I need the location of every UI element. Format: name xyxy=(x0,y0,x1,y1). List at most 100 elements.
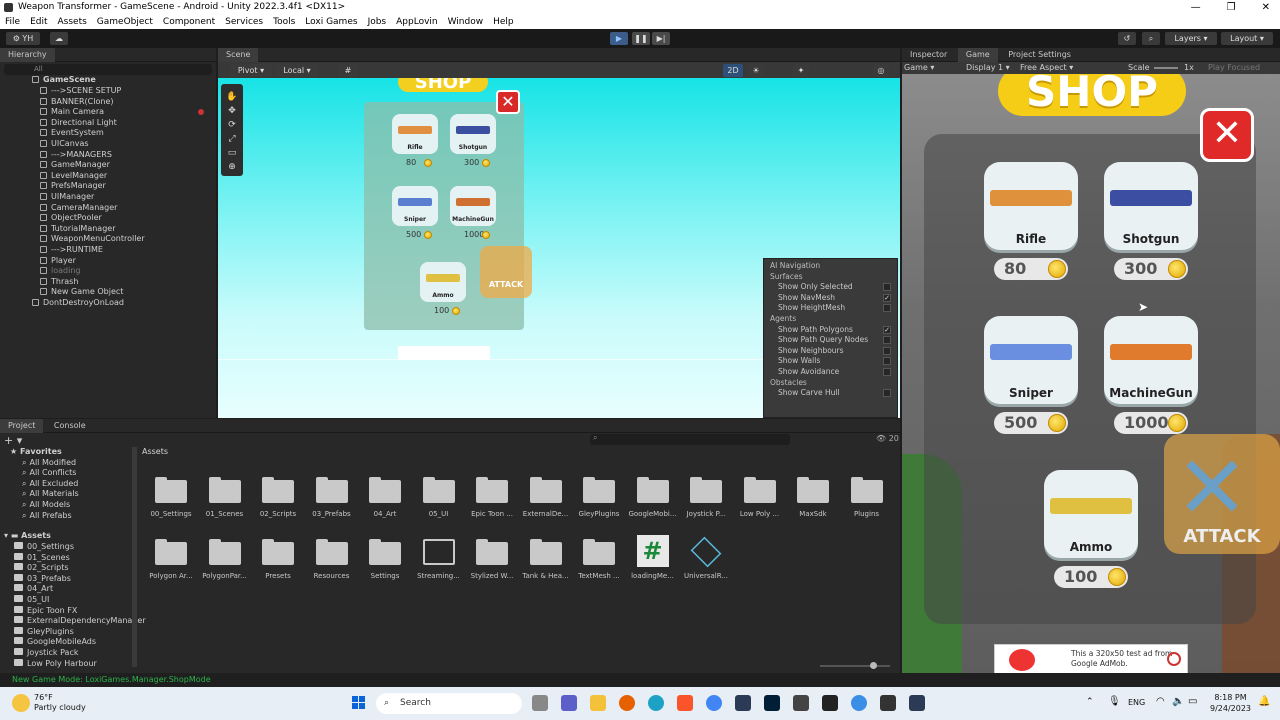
scene-item-card[interactable]: MachineGun xyxy=(450,186,496,226)
ainav-checkbox[interactable] xyxy=(883,368,891,376)
history-icon[interactable]: ↺ xyxy=(1118,32,1136,45)
vscode-icon[interactable] xyxy=(735,695,751,711)
assets-tree-item[interactable]: GleyPlugins xyxy=(14,626,74,638)
gizmos-icon[interactable]: ◎ xyxy=(873,64,889,77)
notifications-icon[interactable]: 🔔 xyxy=(1258,696,1270,707)
create-asset-icon[interactable]: + ▾ xyxy=(4,434,22,447)
status-message[interactable]: New Game Mode: LoxiGames.Manager.ShopMod… xyxy=(12,675,211,684)
menu-component[interactable]: Component xyxy=(163,15,215,29)
menu-jobs[interactable]: Jobs xyxy=(368,15,387,29)
brave-icon[interactable] xyxy=(677,695,693,711)
play-button[interactable]: ▶ xyxy=(610,32,628,45)
ainav-item[interactable]: Show Path Query Nodes xyxy=(778,335,868,344)
ainav-checkbox[interactable]: ✓ xyxy=(883,325,891,334)
folder-icon[interactable] xyxy=(690,477,722,503)
hierarchy-item[interactable]: --->SCENE SETUP xyxy=(0,86,216,97)
grid-icon[interactable]: # xyxy=(338,64,358,77)
folder-icon[interactable] xyxy=(315,477,348,503)
folder-icon[interactable] xyxy=(529,477,562,503)
edge-icon[interactable] xyxy=(648,695,664,711)
menu-window[interactable]: Window xyxy=(448,15,484,29)
favorite-item[interactable]: ⌕ All Materials xyxy=(22,489,79,500)
minimize-icon[interactable]: — xyxy=(1191,0,1201,15)
chrome-icon[interactable] xyxy=(706,695,722,711)
firefox-icon[interactable] xyxy=(619,695,635,711)
favorite-item[interactable]: ⌕ All Models xyxy=(22,500,70,511)
scene-viewport[interactable]: ✋ ✥ ⟳ ⤢ ▭ ⊕ SHOP ✕ Rifle 80 Shotgun 300 Snip… xyxy=(218,78,900,418)
battery-icon[interactable]: ▭ xyxy=(1188,696,1197,707)
volume-icon[interactable]: 🔈 xyxy=(1172,696,1184,707)
weather-widget[interactable]: 76°F Partly cloudy xyxy=(34,693,86,713)
game-item-card[interactable]: Rifle xyxy=(984,162,1078,250)
folder-icon[interactable] xyxy=(315,539,348,565)
tab-project[interactable]: Project xyxy=(0,419,44,433)
admob-test-banner[interactable]: This a 320x50 test ad from Google AdMob. xyxy=(994,644,1188,674)
teams-icon[interactable] xyxy=(561,695,577,711)
hierarchy-item[interactable]: Player xyxy=(0,256,216,267)
folder-icon[interactable] xyxy=(583,539,615,565)
lighting-icon[interactable]: ☀ xyxy=(748,64,764,77)
menu-edit[interactable]: Edit xyxy=(30,15,47,29)
hierarchy-item[interactable]: EventSystem xyxy=(0,128,216,139)
scene-item-card[interactable]: Sniper xyxy=(392,186,438,226)
folder-icon[interactable] xyxy=(797,477,829,503)
tray-overflow-icon[interactable]: ⌃ xyxy=(1086,697,1094,707)
pivot-dropdown[interactable]: Pivot ▾ xyxy=(230,64,272,77)
tree-scrollbar[interactable] xyxy=(132,447,137,667)
hierarchy-item[interactable]: LevelManager xyxy=(0,171,216,182)
tab-project-settings[interactable]: Project Settings xyxy=(1000,48,1079,62)
hierarchy-item[interactable]: PrefsManager xyxy=(0,181,216,192)
unity-hub-icon[interactable] xyxy=(822,695,838,711)
assets-tree-item[interactable]: Joystick Pack xyxy=(14,648,79,659)
ainav-checkbox[interactable] xyxy=(883,336,891,345)
toggle-2d-button[interactable]: 2D xyxy=(723,64,743,77)
menu-assets[interactable]: Assets xyxy=(58,15,87,29)
transform-tool-icon[interactable]: ⊕ xyxy=(221,160,243,174)
effects-icon[interactable]: ✦ xyxy=(793,64,809,77)
hierarchy-item[interactable]: BANNER(Clone) xyxy=(0,97,216,108)
csharp-script-icon[interactable]: # xyxy=(636,535,669,567)
game-item-card[interactable]: MachineGun xyxy=(1104,316,1198,404)
local-dropdown[interactable]: Local ▾ xyxy=(276,64,318,77)
task-view-icon[interactable] xyxy=(532,695,548,711)
photoshop-icon[interactable] xyxy=(764,695,780,711)
hierarchy-item[interactable]: TutorialManager xyxy=(0,224,216,235)
scene-item-card[interactable]: Shotgun xyxy=(450,114,496,154)
ainav-item[interactable]: Show Walls xyxy=(778,356,820,365)
menu-help[interactable]: Help xyxy=(493,15,514,29)
visual-studio-icon[interactable] xyxy=(909,695,925,711)
favorite-item[interactable]: ⌕ All Modified xyxy=(22,458,76,469)
menu-services[interactable]: Services xyxy=(225,15,263,29)
folder-icon[interactable] xyxy=(743,477,776,503)
game-item-card[interactable]: Ammo xyxy=(1044,470,1138,558)
game-item-card[interactable]: Sniper xyxy=(984,316,1078,404)
hierarchy-item[interactable]: --->MANAGERS xyxy=(0,150,216,161)
file-explorer-icon[interactable] xyxy=(590,695,606,711)
search-icon[interactable]: ⌕ xyxy=(1142,32,1160,45)
account-button[interactable]: ⚙ YH xyxy=(6,32,40,45)
folder-icon[interactable] xyxy=(208,477,241,503)
folder-icon[interactable] xyxy=(476,539,508,565)
ainav-item[interactable]: Show Carve Hull xyxy=(778,388,840,397)
game-item-card[interactable]: Shotgun xyxy=(1104,162,1198,250)
render-pipeline-asset-icon[interactable] xyxy=(690,536,722,568)
game-close-icon[interactable]: ✕ xyxy=(1200,108,1254,162)
ainav-item[interactable]: Show Only Selected xyxy=(778,282,853,291)
rect-tool-icon[interactable]: ▭ xyxy=(221,146,243,160)
ainav-item[interactable]: Show Path Polygons xyxy=(778,325,853,334)
game-mode-dropdown[interactable]: Game ▾ xyxy=(904,62,934,74)
hierarchy-item[interactable]: --->RUNTIME xyxy=(0,245,216,256)
cloud-icon[interactable]: ☁ xyxy=(50,32,68,45)
assets-tree-item[interactable]: 04_Art xyxy=(14,584,53,595)
play-focused-dropdown[interactable]: Play Focused xyxy=(1208,62,1260,74)
scale-tool-icon[interactable]: ⤢ xyxy=(221,132,243,146)
ainav-checkbox[interactable] xyxy=(883,304,891,313)
game-viewport[interactable]: SHOP ✕ Rifle 80 Shotgun 300 Sniper 500 Machine… xyxy=(902,74,1280,674)
hierarchy-item[interactable]: loading xyxy=(0,266,216,277)
assets-tree-item[interactable]: 02_Scripts xyxy=(14,563,69,574)
assets-tree-item[interactable]: Low Poly Harbour xyxy=(14,658,97,670)
rotate-tool-icon[interactable]: ⟳ xyxy=(221,118,243,132)
hierarchy-item[interactable]: UIManager xyxy=(0,192,216,203)
hierarchy-item[interactable]: UICanvas xyxy=(0,139,216,150)
folder-icon[interactable] xyxy=(636,477,669,503)
